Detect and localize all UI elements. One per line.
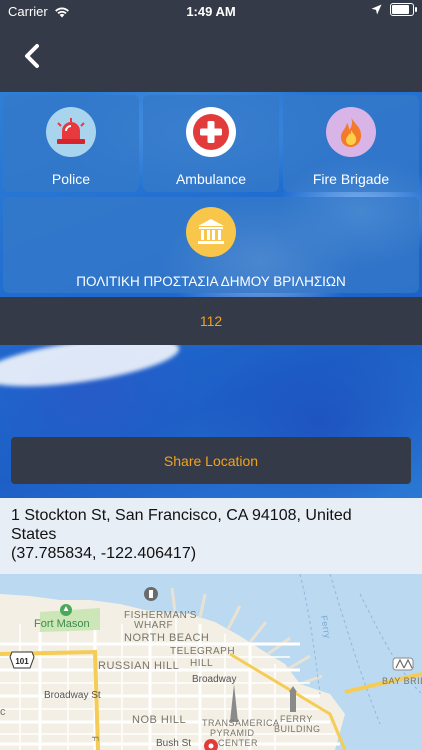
navigation-bar: Carrier 1:49 AM bbox=[0, 0, 422, 92]
map-label-broadway: Broadway bbox=[192, 674, 237, 685]
map-label-hill: HILL bbox=[190, 658, 214, 669]
address-text: 1 Stockton St, San Francisco, CA 94108, … bbox=[11, 507, 352, 543]
address-panel: 1 Stockton St, San Francisco, CA 94108, … bbox=[0, 498, 422, 574]
location-arrow-icon bbox=[371, 4, 382, 15]
battery-icon bbox=[390, 3, 417, 16]
civil-protection-label: ΠΟΛΙΤΙΚΗ ΠΡΟΣΤΑΣΙΑ ΔΗΜΟΥ ΒΡΙΛΗΣΙΩΝ bbox=[76, 274, 346, 289]
fire-brigade-label: Fire Brigade bbox=[312, 171, 390, 187]
map-label-ferry: FERRY bbox=[280, 714, 313, 724]
map-view[interactable]: 101 Fort Mason FISHERMAN'S WHARF NORTH B… bbox=[0, 574, 422, 750]
share-location-label: Share Location bbox=[163, 452, 259, 469]
screen: Carrier 1:49 AM Police Ambulance Fire Br… bbox=[0, 0, 422, 750]
map-label-center: CENTER bbox=[218, 738, 259, 748]
map-label-edge-f: F bbox=[90, 736, 100, 742]
status-time: 1:49 AM bbox=[186, 4, 236, 19]
fire-brigade-button[interactable]: Fire Brigade bbox=[283, 95, 419, 192]
coordinates-text: (37.785834, -122.406417) bbox=[11, 545, 197, 562]
fishermans-wharf-pin-icon bbox=[144, 587, 158, 601]
map-label-fort-mason: Fort Mason bbox=[34, 618, 90, 630]
fire-icon bbox=[326, 107, 376, 157]
map-label-ferry-building: BUILDING bbox=[274, 724, 321, 734]
police-button[interactable]: Police bbox=[3, 95, 139, 192]
map-label-bay-bridge: BAY BRIDG bbox=[382, 676, 422, 686]
map-label-wharf: WHARF bbox=[134, 620, 174, 631]
ambulance-label: Ambulance bbox=[175, 171, 247, 187]
medical-cross-icon bbox=[186, 107, 236, 157]
police-label: Police bbox=[51, 171, 91, 187]
battery-level bbox=[392, 5, 410, 14]
svg-text:101: 101 bbox=[15, 657, 29, 666]
share-location-button[interactable]: Share Location bbox=[11, 437, 411, 484]
emergency-number-button[interactable]: 112 bbox=[0, 297, 422, 345]
current-location-pin-icon bbox=[204, 739, 218, 750]
transamerica-pyramid-icon bbox=[230, 684, 238, 722]
police-siren-icon bbox=[46, 107, 96, 157]
map-label-nob-hill: NOB HILL bbox=[132, 714, 187, 726]
map-label-edge-c: c bbox=[0, 706, 6, 718]
status-bar: Carrier 1:49 AM bbox=[0, 0, 422, 24]
map-label-transamerica: TRANSAMERICA bbox=[202, 718, 280, 728]
emergency-number-label: 112 bbox=[199, 313, 223, 329]
map-label-north-beach: NORTH BEACH bbox=[124, 632, 210, 644]
map-label-telegraph: TELEGRAPH bbox=[170, 646, 236, 657]
civil-protection-button[interactable]: ΠΟΛΙΤΙΚΗ ΠΡΟΣΤΑΣΙΑ ΔΗΜΟΥ ΒΡΙΛΗΣΙΩΝ bbox=[3, 197, 419, 293]
back-button[interactable] bbox=[14, 40, 50, 72]
highway-101-shield: 101 bbox=[9, 651, 35, 669]
map-label-russian-hill: RUSSIAN HILL bbox=[98, 660, 180, 672]
fort-mason-pin-icon bbox=[60, 604, 72, 616]
building-icon bbox=[186, 207, 236, 257]
chevron-left-icon bbox=[25, 44, 39, 68]
map-label-broadway-st: Broadway St bbox=[44, 690, 101, 701]
map-label-bush-st: Bush St bbox=[156, 738, 192, 749]
ambulance-button[interactable]: Ambulance bbox=[143, 95, 279, 192]
map-label-pyramid: PYRAMID bbox=[210, 728, 255, 738]
status-indicators bbox=[371, 3, 417, 16]
bay-bridge-icon bbox=[392, 657, 414, 671]
